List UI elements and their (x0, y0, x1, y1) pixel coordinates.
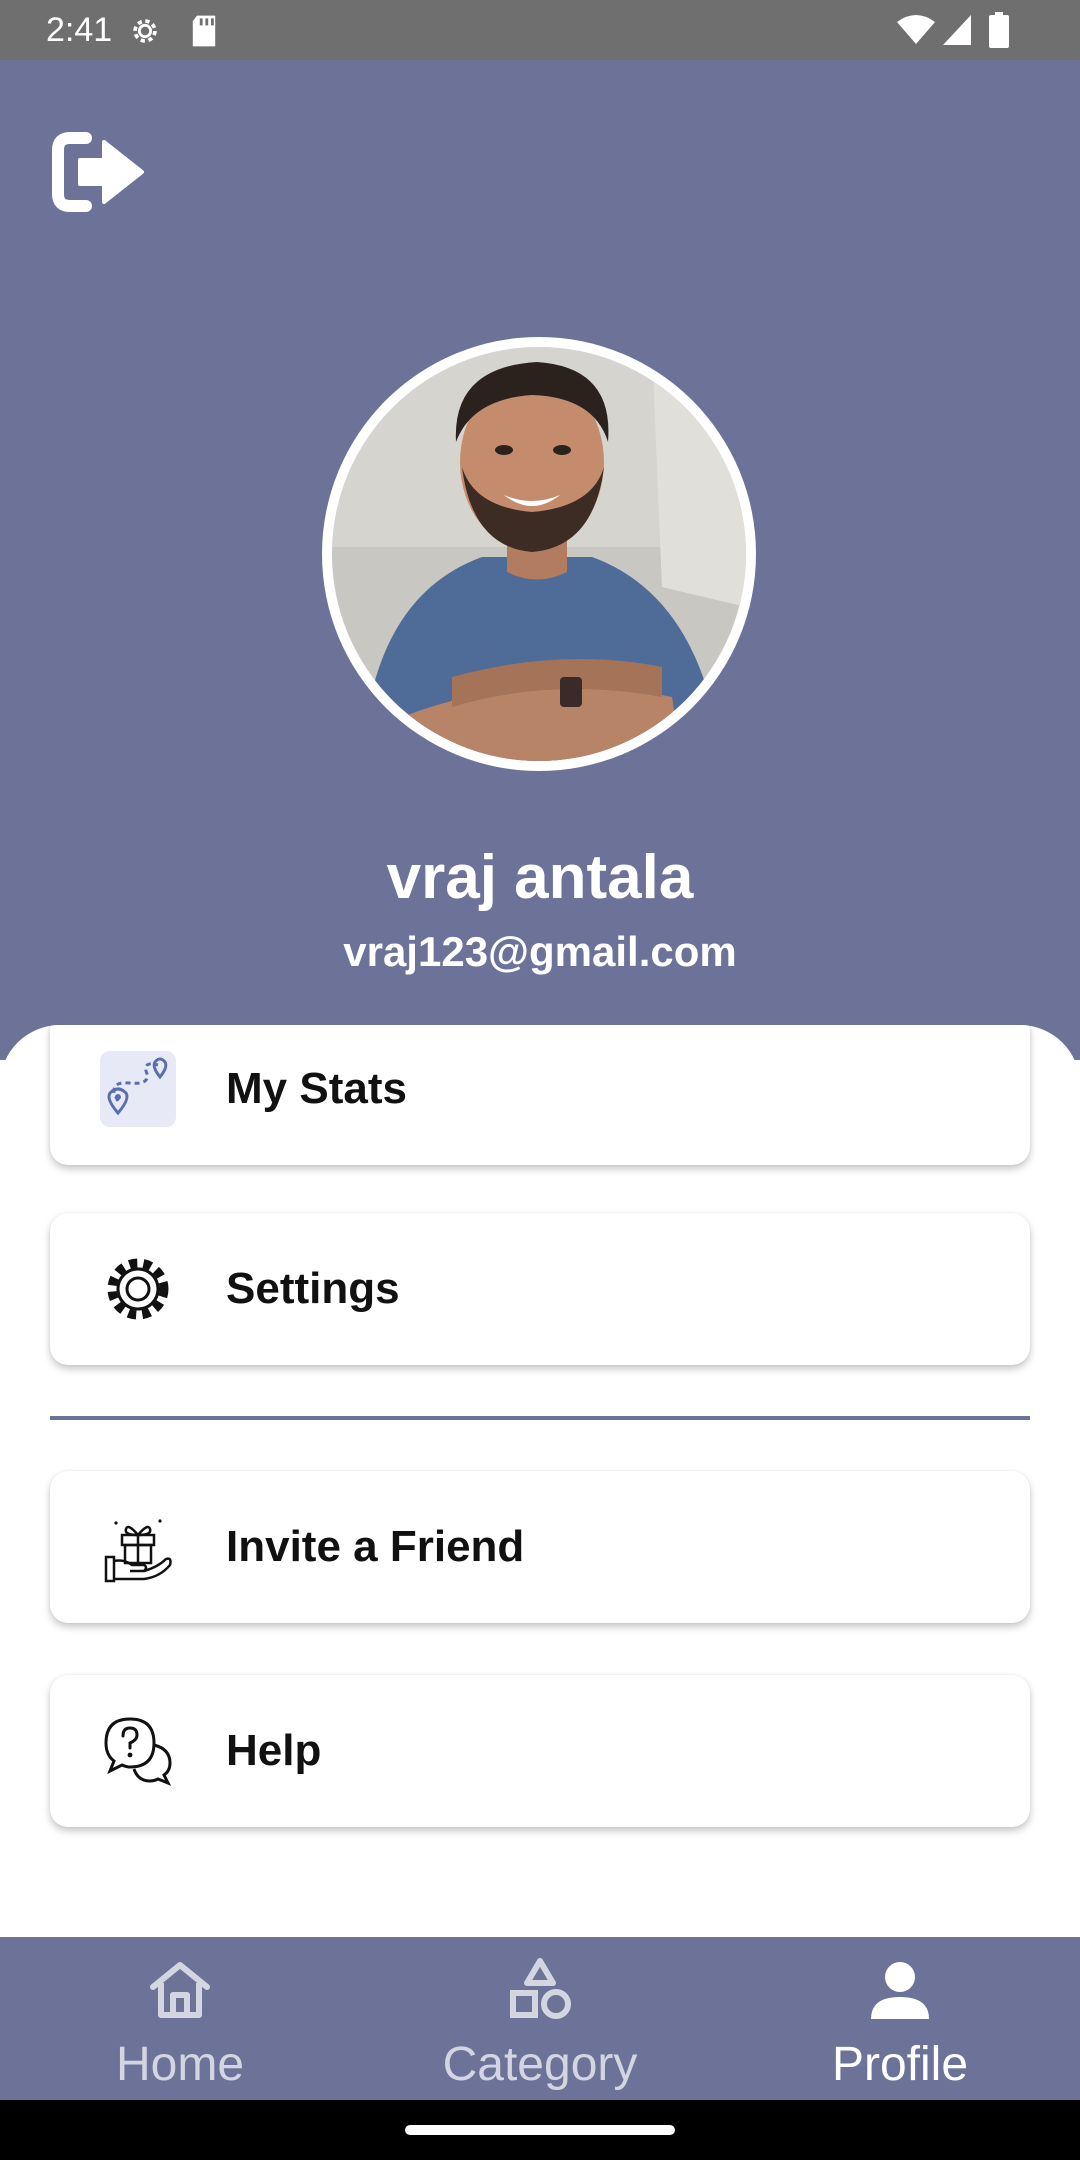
nav-label-profile: Profile (831, 2038, 969, 2091)
sd-card-icon (192, 15, 216, 47)
help-chat-icon (100, 1713, 176, 1789)
menu-item-help[interactable]: Help (50, 1675, 1030, 1827)
nav-label-home: Home (115, 2038, 245, 2091)
status-bar: 2:41 (0, 0, 1080, 60)
wifi-icon (897, 15, 935, 44)
nav-item-category[interactable]: Category (360, 1937, 720, 2100)
menu-item-label: Settings (226, 1264, 400, 1313)
profile-header: vraj antala vraj123@gmail.com (0, 60, 1080, 1060)
menu-sheet: My Stats Settings Invite a Friend Help (0, 1025, 1080, 1937)
menu-item-label: My Stats (226, 1064, 407, 1113)
menu-item-label: Invite a Friend (226, 1522, 525, 1571)
route-map-icon (100, 1051, 176, 1127)
logout-icon[interactable] (52, 124, 148, 220)
status-time: 2:41 (46, 11, 113, 49)
profile-screen: 2:41 vraj antala vraj123@gmail.com My St… (0, 0, 1080, 2160)
gift-hand-icon (100, 1509, 176, 1585)
bottom-navigation: Home Category Profile (0, 1937, 1080, 2100)
menu-item-invite-friend[interactable]: Invite a Friend (50, 1471, 1030, 1623)
section-divider (50, 1416, 1030, 1420)
category-shapes-icon (510, 1958, 571, 2019)
menu-item-my-stats[interactable]: My Stats (50, 1025, 1030, 1165)
settings-gear-icon (133, 19, 157, 43)
menu-item-label: Help (226, 1726, 322, 1775)
gear-icon (100, 1251, 176, 1327)
user-name: vraj antala (386, 843, 694, 912)
avatar[interactable] (332, 347, 746, 761)
home-icon (150, 1962, 210, 2018)
nav-label-category: Category (442, 2038, 638, 2091)
menu-item-settings[interactable]: Settings (50, 1213, 1030, 1365)
avatar-ring (322, 337, 756, 771)
nav-item-home[interactable]: Home (0, 1937, 360, 2100)
user-email: vraj123@gmail.com (343, 928, 737, 975)
battery-icon (989, 12, 1009, 48)
gesture-bar (0, 2100, 1080, 2160)
nav-item-profile[interactable]: Profile (720, 1937, 1080, 2100)
gesture-handle[interactable] (405, 2125, 675, 2135)
cell-signal-icon (943, 15, 971, 45)
person-icon (871, 1962, 929, 2019)
